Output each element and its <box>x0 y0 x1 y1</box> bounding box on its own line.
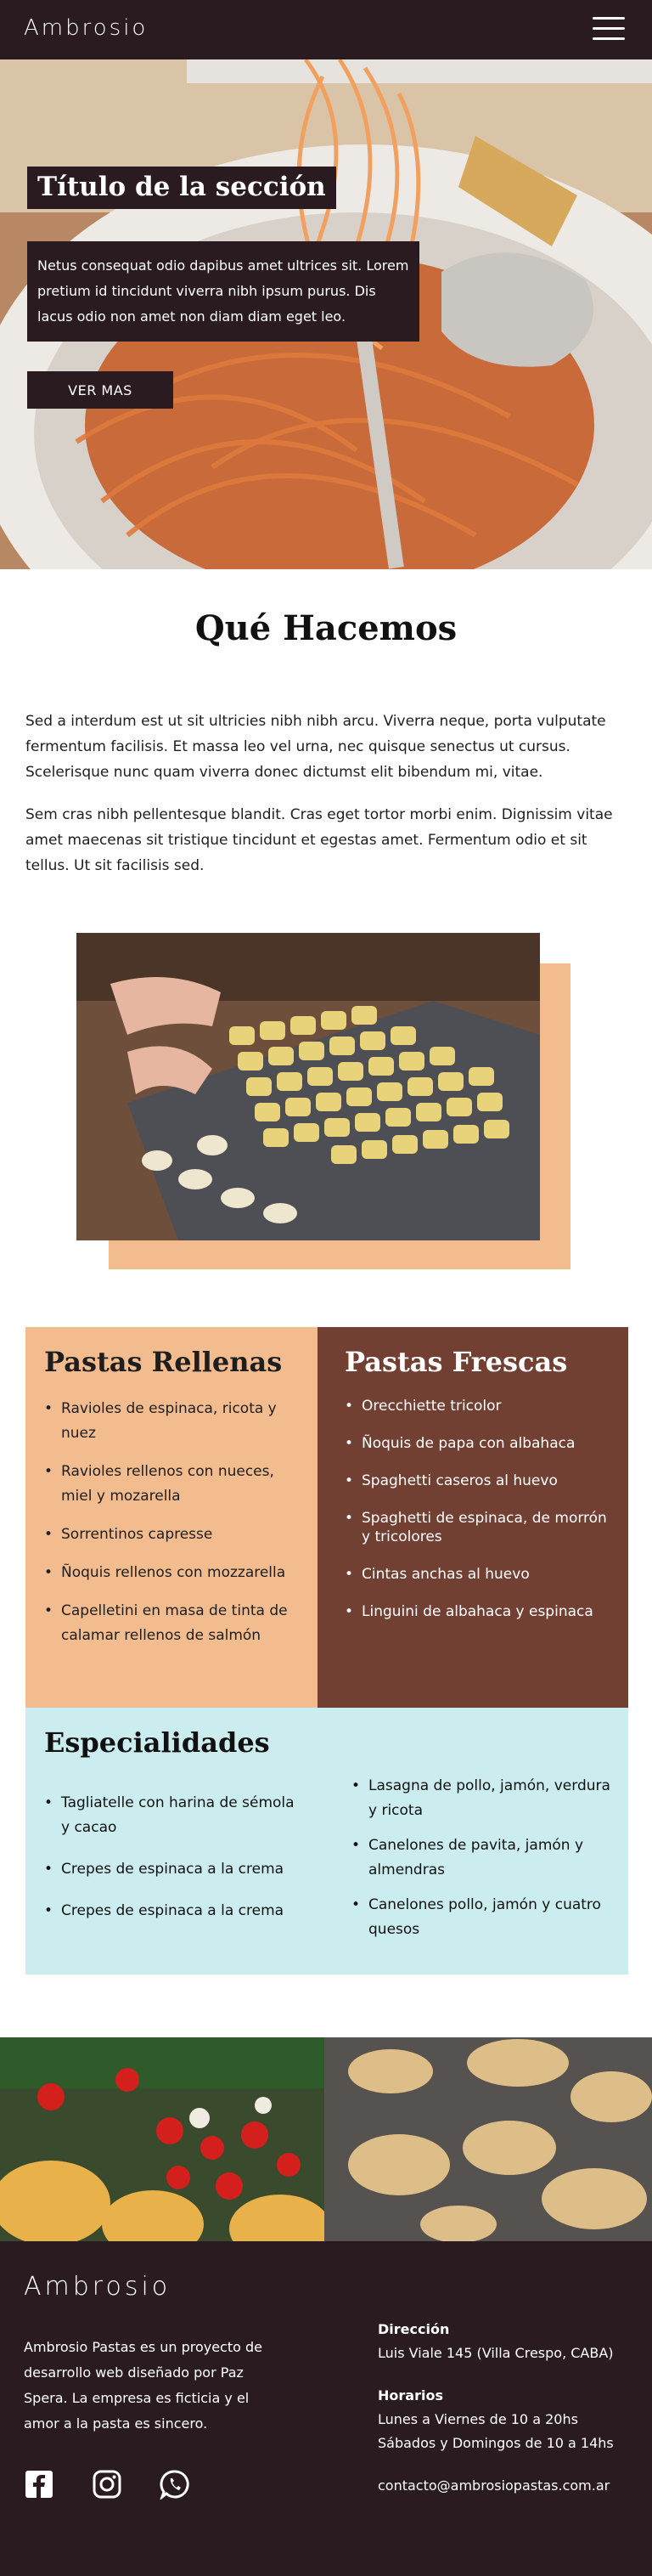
social-links <box>24 2469 190 2501</box>
pastas-frescas-card: Pastas Frescas Orecchiette tricolor Ñoqu… <box>318 1327 628 1708</box>
site-footer: Ambrosio Ambrosio Pastas es un proyecto … <box>0 2241 652 2576</box>
list-item: Sorrentinos capresse <box>44 1522 299 1547</box>
list-item: Canelones pollo, jamón y cuatro quesos <box>351 1893 615 1942</box>
facebook-icon[interactable] <box>24 2469 54 2500</box>
section-title: Qué Hacemos <box>194 608 458 648</box>
hero-text: Netus consequat odio dapibus amet ultric… <box>27 241 419 342</box>
list-item: Lasagna de pollo, jamón, verdura y ricot… <box>351 1774 615 1823</box>
contact-info: Dirección Luis Viale 145 (Villa Crespo, … <box>378 2318 649 2498</box>
list-item: Ravioles rellenos con nueces, miel y moz… <box>44 1460 299 1509</box>
list-item: Spaghetti caseros al huevo <box>345 1472 616 1490</box>
hero-title: Título de la sección <box>27 167 336 209</box>
list-item: Crepes de espinaca a la crema <box>44 1857 299 1882</box>
hours-weekdays: Lunes a Viernes de 10 a 20hs <box>378 2411 578 2427</box>
about-paragraph-2: Sem cras nibh pellentesque blandit. Cras… <box>25 806 613 874</box>
pastas-frescas-title: Pastas Frescas <box>345 1346 568 1378</box>
especialidades-title: Especialidades <box>44 1726 270 1759</box>
hours-label: Horarios <box>378 2387 443 2404</box>
address-text: Luis Viale 145 (Villa Crespo, CABA) <box>378 2345 614 2361</box>
list-item: Ñoquis de papa con albahaca <box>345 1434 616 1453</box>
pastas-rellenas-card: Pastas Rellenas Ravioles de espinaca, ri… <box>25 1327 318 1708</box>
hero-banner: Título de la sección Netus consequat odi… <box>0 59 652 569</box>
list-item: Orecchiette tricolor <box>345 1397 616 1415</box>
hamburger-menu-icon[interactable] <box>593 17 625 42</box>
whatsapp-icon[interactable] <box>159 2469 190 2501</box>
list-item: Canelones de pavita, jamón y almendras <box>351 1833 615 1883</box>
ver-mas-button[interactable]: VER MAS <box>27 371 173 409</box>
list-item: Spaghetti de espinaca, de morrón y trico… <box>345 1509 616 1546</box>
footer-logo: Ambrosio <box>24 2272 171 2302</box>
contact-email-link[interactable]: contacto@ambrosiopastas.com.ar <box>378 2474 649 2498</box>
hours-weekend: Sábados y Domingos de 10 a 14hs <box>378 2435 614 2451</box>
instagram-icon[interactable] <box>92 2469 122 2500</box>
about-paragraph-1: Sed a interdum est ut sit ultricies nibh… <box>25 713 606 781</box>
list-item: Crepes de espinaca a la crema <box>44 1899 299 1924</box>
list-item: Ravioles de espinaca, ricota y nuez <box>44 1397 299 1446</box>
list-item: Tagliatelle con harina de sémola y cacao <box>44 1791 299 1840</box>
gnocchi-image <box>76 933 540 1240</box>
site-logo[interactable]: Ambrosio <box>24 15 148 41</box>
address-label: Dirección <box>378 2321 450 2337</box>
site-header: Ambrosio <box>0 0 652 59</box>
footer-description: Ambrosio Pastas es un proyecto de desarr… <box>24 2339 262 2432</box>
list-item: Cintas anchas al huevo <box>345 1565 616 1584</box>
list-item: Ñoquis rellenos con mozzarella <box>44 1561 299 1585</box>
pastas-rellenas-title: Pastas Rellenas <box>44 1346 283 1378</box>
especialidades-card: Especialidades Tagliatelle con harina de… <box>25 1708 628 1974</box>
list-item: Linguini de albahaca y espinaca <box>345 1602 616 1621</box>
photo-gallery <box>0 2037 652 2241</box>
list-item: Capelletini en masa de tinta de calamar … <box>44 1599 299 1648</box>
